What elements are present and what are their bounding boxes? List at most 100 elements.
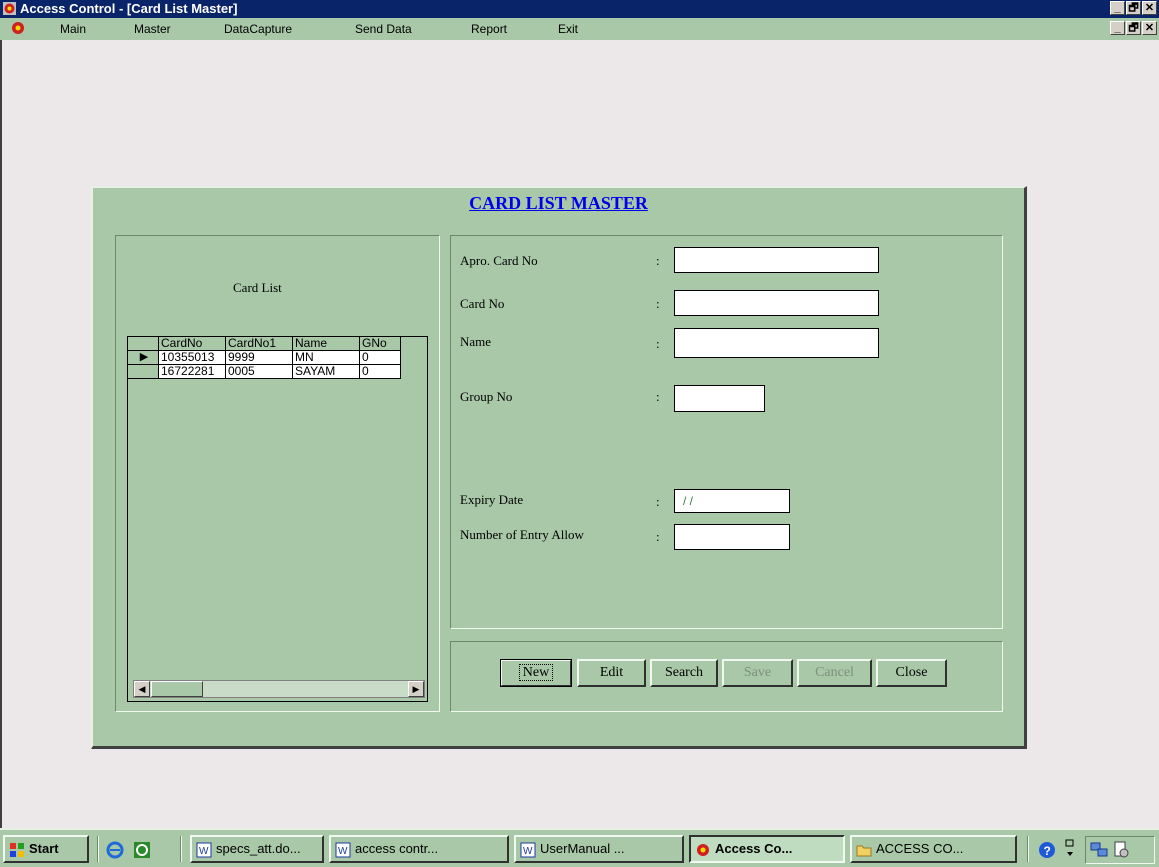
svg-text:W: W [523, 846, 533, 857]
cell-cardno[interactable]: 10355013 [159, 351, 226, 365]
task-access-control-doc[interactable]: Waccess contr... [329, 835, 509, 863]
help-icon[interactable]: ? [1038, 841, 1056, 859]
grid-header: CardNo CardNo1 Name GNo [128, 337, 401, 351]
menu-main[interactable]: Main [60, 18, 86, 40]
start-button[interactable]: Start [3, 835, 89, 863]
internet-explorer-icon[interactable] [106, 841, 124, 859]
group-no-field[interactable] [674, 385, 765, 412]
menu-exit[interactable]: Exit [558, 18, 578, 40]
expiry-date-label: Expiry Date [460, 492, 524, 507]
save-button[interactable]: Save [722, 659, 793, 687]
child-restore-button[interactable]: 🗗 [1126, 21, 1141, 35]
taskbar: Start Wspecs_att.do... Waccess contr... … [0, 828, 1159, 867]
minimize-button[interactable]: _ [1110, 1, 1125, 15]
window-controls: _ 🗗 ✕ [1109, 1, 1157, 15]
menu-report[interactable]: Report [471, 18, 507, 40]
menu-master[interactable]: Master [134, 18, 171, 40]
outlook-express-icon[interactable] [133, 841, 151, 859]
colon: : [656, 389, 660, 404]
group-no-label: Group No [460, 389, 513, 404]
word-doc-icon: W [196, 842, 212, 858]
access-app-icon [3, 2, 16, 15]
child-minimize-button[interactable]: _ [1110, 21, 1125, 35]
task-specs-doc[interactable]: Wspecs_att.do... [190, 835, 324, 863]
task-access-control-app[interactable]: Access Co... [689, 835, 845, 863]
window-title-bar[interactable]: Access Control - [Card List Master] _ 🗗 … [0, 0, 1159, 18]
toolbar-expand-icon[interactable] [1064, 838, 1076, 860]
name-label: Name [460, 334, 492, 349]
colon: : [656, 296, 660, 311]
cell-cardno[interactable]: 16722281 [159, 365, 226, 379]
table-row[interactable]: ▶ 10355013 9999 MN 0 [128, 351, 401, 365]
taskbar-separator [180, 836, 182, 862]
grid-col-gno[interactable]: GNo [360, 337, 401, 351]
menu-datacapture[interactable]: DataCapture [224, 18, 292, 40]
word-doc-icon: W [335, 842, 351, 858]
cell-gno[interactable]: 0 [360, 365, 401, 379]
svg-text:W: W [199, 846, 209, 857]
card-no-field[interactable] [674, 290, 879, 316]
row-selector[interactable] [128, 365, 159, 379]
scroll-right-icon[interactable]: ▶ [408, 681, 424, 697]
grid-col-cardno1[interactable]: CardNo1 [226, 337, 293, 351]
colon: : [656, 529, 660, 544]
system-tray [1085, 836, 1155, 864]
task-access-folder[interactable]: ACCESS CO... [850, 835, 1017, 863]
cell-cardno1[interactable]: 9999 [226, 351, 293, 365]
new-button-label: New [518, 664, 554, 681]
task-usermanual-doc[interactable]: W UserManual ... [514, 835, 684, 863]
child-window-controls: _ 🗗 ✕ [1109, 21, 1157, 35]
cell-gno[interactable]: 0 [360, 351, 401, 365]
apro-card-no-label: Apro. Card No [460, 253, 538, 268]
svg-text:W: W [338, 846, 348, 857]
menu-bar: Main Master DataCapture Send Data Report… [0, 18, 1159, 40]
scroll-thumb[interactable] [151, 681, 203, 697]
cell-cardno1[interactable]: 0005 [226, 365, 293, 379]
taskbar-separator [97, 836, 99, 862]
task-label: UserManual ... [540, 841, 625, 856]
task-label: Access Co... [715, 841, 793, 856]
card-list-grid[interactable]: CardNo CardNo1 Name GNo ▶ 10355013 9999 … [127, 336, 428, 702]
access-app-icon [697, 843, 709, 856]
grid-horizontal-scrollbar[interactable]: ◀ ▶ [133, 680, 425, 698]
form-title: CARD LIST MASTER [469, 193, 648, 213]
card-list-label: Card List [233, 280, 282, 295]
network-icon[interactable] [1090, 841, 1110, 859]
grid-corner [128, 337, 159, 351]
task-label: access contr... [355, 841, 439, 856]
edit-button[interactable]: Edit [577, 659, 646, 687]
entries-allowed-label: Number of Entry Allow [460, 527, 584, 542]
grid-col-cardno[interactable]: CardNo [159, 337, 226, 351]
menu-send-data[interactable]: Send Data [355, 18, 412, 40]
cell-name[interactable]: MN [293, 351, 360, 365]
apro-card-no-field[interactable] [674, 247, 879, 273]
folder-icon [856, 845, 872, 857]
search-button[interactable]: Search [650, 659, 718, 687]
word-doc-icon: W [520, 842, 536, 858]
colon: : [656, 494, 660, 509]
expiry-date-field[interactable]: / / [674, 489, 790, 513]
restore-button[interactable]: 🗗 [1126, 1, 1141, 15]
start-label: Start [29, 841, 59, 856]
grid-col-name[interactable]: Name [293, 337, 360, 351]
svg-text:?: ? [1044, 844, 1051, 858]
entries-allowed-field[interactable] [674, 524, 790, 550]
taskbar-separator [1027, 836, 1029, 862]
cancel-button[interactable]: Cancel [797, 659, 872, 687]
windows-logo-icon [10, 842, 24, 857]
name-field[interactable] [674, 328, 879, 358]
row-pointer-icon: ▶ [128, 351, 159, 365]
table-row[interactable]: 16722281 0005 SAYAM 0 [128, 365, 401, 379]
document-tray-icon[interactable] [1112, 841, 1130, 859]
card-no-label: Card No [460, 296, 505, 311]
cell-name[interactable]: SAYAM [293, 365, 360, 379]
close-button[interactable]: Close [876, 659, 947, 687]
child-close-button[interactable]: ✕ [1142, 21, 1157, 35]
window-title: Access Control - [Card List Master] [20, 1, 238, 16]
new-button[interactable]: New [500, 659, 572, 687]
colon: : [656, 253, 660, 268]
close-window-button[interactable]: ✕ [1142, 1, 1157, 15]
task-label: ACCESS CO... [876, 841, 964, 856]
scroll-left-icon[interactable]: ◀ [134, 681, 150, 697]
mdi-child-icon[interactable] [11, 21, 25, 35]
